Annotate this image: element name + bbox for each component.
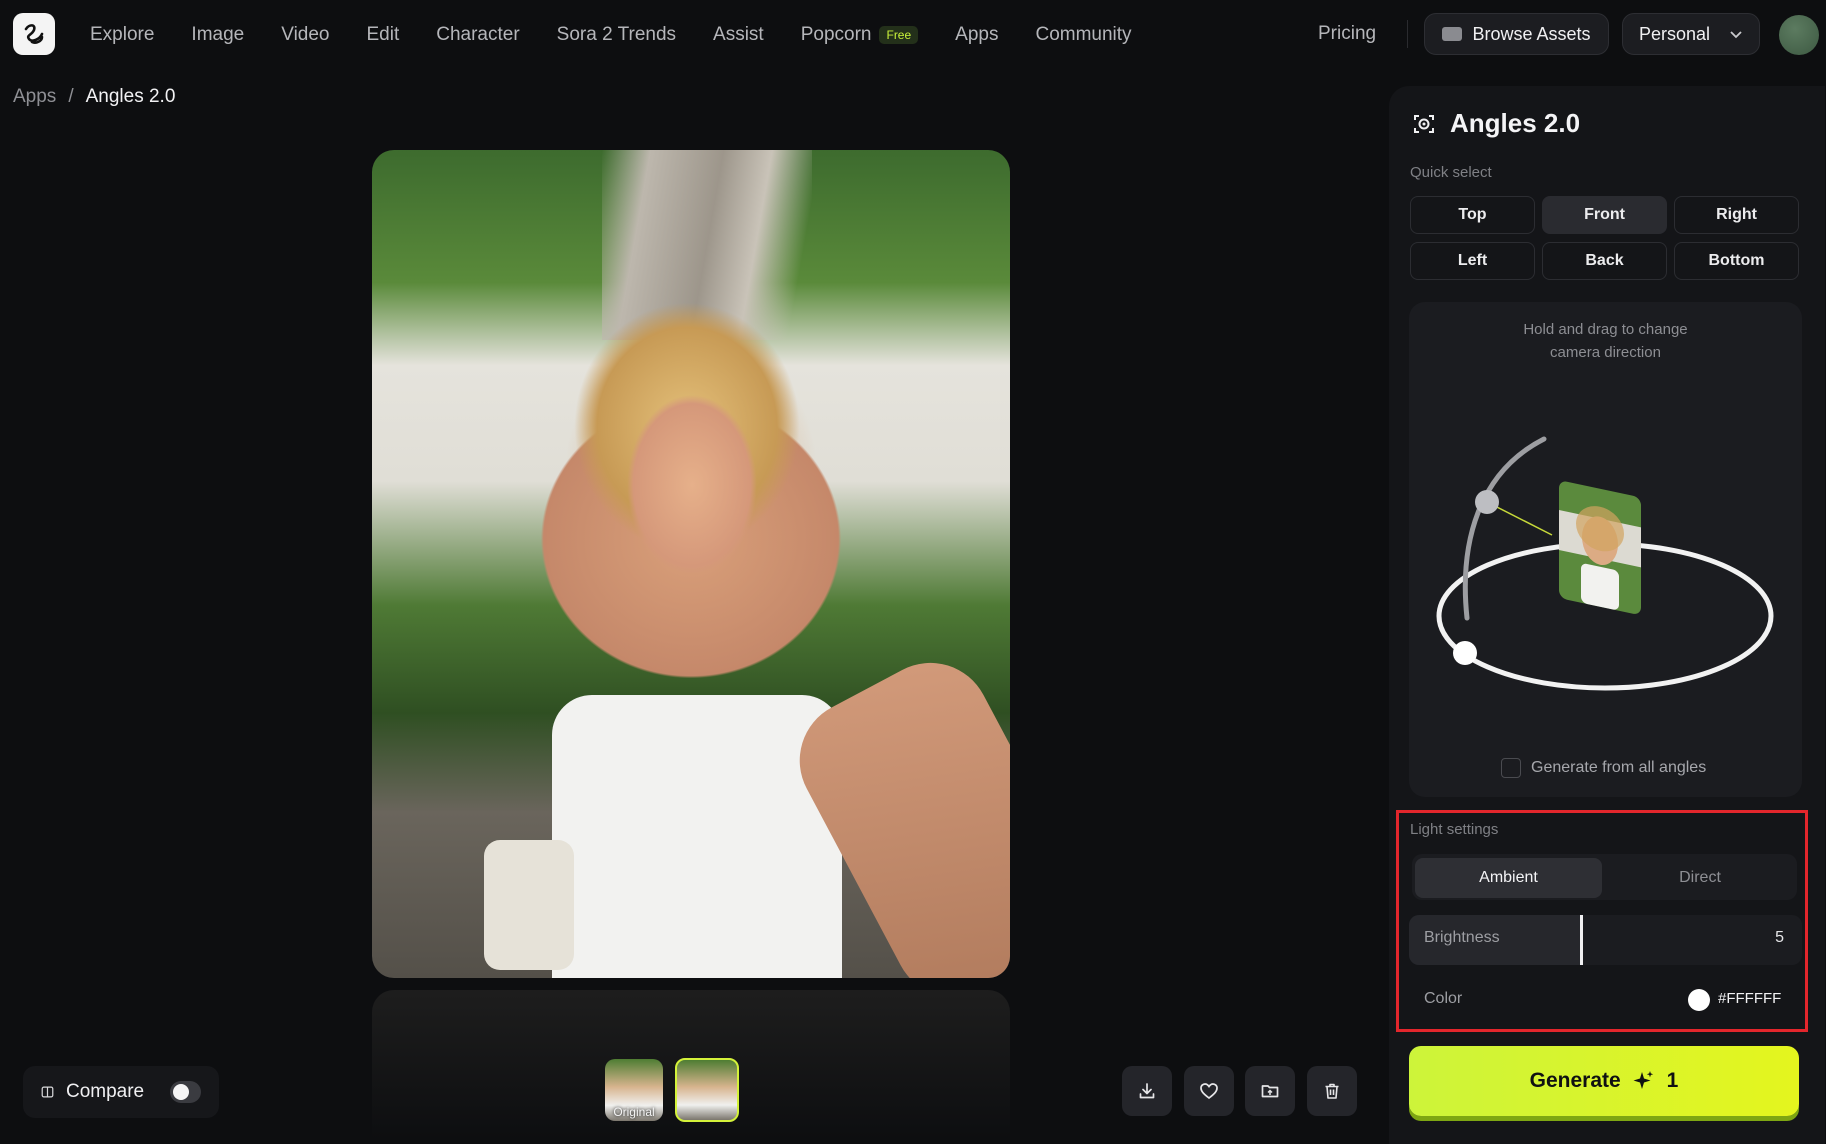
browse-assets-label: Browse Assets xyxy=(1472,23,1591,44)
subject-preview-card xyxy=(1559,481,1641,614)
color-label: Color xyxy=(1424,990,1463,1007)
breadcrumb-separator: / xyxy=(68,86,74,107)
quick-select-bottom[interactable]: Bottom xyxy=(1674,242,1799,280)
nav-assist[interactable]: Assist xyxy=(713,24,764,46)
thumbnail-original-label: Original xyxy=(613,1105,655,1119)
workspace-select[interactable]: Personal xyxy=(1622,13,1760,55)
generate-label: Generate xyxy=(1529,1069,1621,1092)
color-value[interactable]: #FFFFFF xyxy=(1718,990,1781,1007)
chevron-down-icon xyxy=(1730,31,1742,39)
light-mode-ambient[interactable]: Ambient xyxy=(1415,858,1602,898)
compare-icon xyxy=(41,1086,54,1098)
quick-select-left[interactable]: Left xyxy=(1410,242,1535,280)
image-tank-top xyxy=(552,695,842,978)
download-icon xyxy=(1139,1083,1155,1099)
nav-divider xyxy=(1407,20,1408,48)
nav-apps[interactable]: Apps xyxy=(955,24,998,46)
breadcrumb-apps[interactable]: Apps xyxy=(13,86,56,108)
generate-all-angles-checkbox[interactable] xyxy=(1501,758,1521,778)
nav-community[interactable]: Community xyxy=(1035,24,1131,46)
breadcrumb: Apps / Angles 2.0 xyxy=(13,86,175,108)
folder-upload-icon xyxy=(1261,1085,1279,1098)
quick-select-right[interactable]: Right xyxy=(1674,196,1799,234)
elevation-arc xyxy=(1462,436,1547,621)
compare-label: Compare xyxy=(65,1081,145,1102)
quick-select-back[interactable]: Back xyxy=(1542,242,1667,280)
main-nav: Explore Image Video Edit Character Sora … xyxy=(90,0,1169,70)
main-image xyxy=(372,150,1010,978)
move-to-folder-button[interactable] xyxy=(1245,1066,1295,1116)
nav-character[interactable]: Character xyxy=(436,24,519,46)
color-swatch[interactable] xyxy=(1688,989,1710,1011)
trash-icon xyxy=(1325,1083,1339,1099)
delete-button[interactable] xyxy=(1307,1066,1357,1116)
thumbnail-original[interactable]: Original xyxy=(605,1059,663,1121)
elevation-handle[interactable] xyxy=(1475,490,1499,514)
light-mode-direct[interactable]: Direct xyxy=(1605,858,1795,898)
nav-explore[interactable]: Explore xyxy=(90,24,154,46)
camera-angle-icon xyxy=(1414,114,1434,133)
top-navigation: Explore Image Video Edit Character Sora … xyxy=(0,0,1826,70)
orbit-gizmo[interactable] xyxy=(1409,302,1802,797)
light-settings-label: Light settings xyxy=(1410,821,1499,838)
generate-button[interactable]: Generate 1 xyxy=(1409,1046,1799,1116)
free-badge: Free xyxy=(879,26,919,44)
panel-title-text: Angles 2.0 xyxy=(1450,108,1581,138)
avatar[interactable] xyxy=(1779,15,1819,55)
brightness-value: 5 xyxy=(1775,929,1784,946)
azimuth-handle[interactable] xyxy=(1453,641,1477,665)
panel-title: Angles 2.0 xyxy=(1412,108,1580,139)
nav-video[interactable]: Video xyxy=(281,24,329,46)
thumbnail-generated[interactable] xyxy=(675,1058,739,1122)
generate-all-angles-label: Generate from all angles xyxy=(1531,759,1707,776)
sparkle-icon xyxy=(1633,1071,1653,1089)
browse-assets-button[interactable]: Browse Assets xyxy=(1424,13,1609,55)
compare-toggle[interactable] xyxy=(170,1081,201,1103)
nav-sora-2-trends[interactable]: Sora 2 Trends xyxy=(557,24,676,46)
generate-cost: 1 xyxy=(1666,1069,1679,1092)
image-bag xyxy=(484,840,574,970)
nav-popcorn-label: Popcorn xyxy=(800,24,872,45)
nav-popcorn[interactable]: Popcorn Free xyxy=(800,24,919,46)
quick-select-top[interactable]: Top xyxy=(1410,196,1535,234)
favorite-button[interactable] xyxy=(1184,1066,1234,1116)
heart-icon xyxy=(1200,1083,1218,1100)
folder-icon xyxy=(1442,27,1463,41)
breadcrumb-current: Angles 2.0 xyxy=(85,86,176,107)
workspace-label: Personal xyxy=(1639,23,1711,44)
camera-line xyxy=(1488,502,1553,536)
app-logo-icon[interactable] xyxy=(13,13,55,55)
nav-edit[interactable]: Edit xyxy=(367,24,400,46)
nav-pricing[interactable]: Pricing xyxy=(1318,23,1376,45)
generate-all-angles[interactable]: Generate from all angles xyxy=(1501,758,1706,778)
download-button[interactable] xyxy=(1122,1066,1172,1116)
quick-select-label: Quick select xyxy=(1410,164,1492,181)
brightness-slider-handle[interactable] xyxy=(1580,915,1583,965)
image-face xyxy=(602,360,782,610)
compare-control[interactable]: Compare xyxy=(23,1066,219,1118)
quick-select-front[interactable]: Front xyxy=(1542,196,1667,234)
brightness-label: Brightness xyxy=(1424,929,1500,946)
nav-image[interactable]: Image xyxy=(191,24,244,46)
